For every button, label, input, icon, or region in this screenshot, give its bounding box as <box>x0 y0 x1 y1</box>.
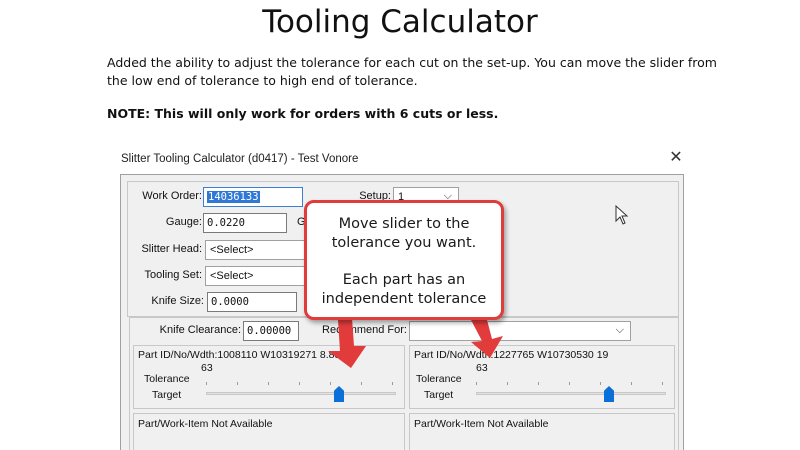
tolerance-label: Tolerance <box>144 373 190 385</box>
tick-mark <box>600 382 601 385</box>
tick-mark <box>299 382 300 385</box>
callout-line-1: Move slider to the <box>338 216 470 232</box>
gauge-label: Gauge: <box>165 216 202 228</box>
tolerance-value: 63 <box>476 362 488 374</box>
work-order-label: Work Order: <box>142 190 202 202</box>
callout-line-2: tolerance you want. <box>331 235 477 251</box>
unavailable-panel-2: Part/Work-Item Not Available <box>409 413 675 450</box>
slitter-head-value: <Select> <box>210 244 254 256</box>
gauge-input[interactable]: 0.0220 <box>203 213 287 233</box>
part-title: Part ID/No/Wdth:1008110 W10319271 8.888 <box>138 349 347 361</box>
tooling-set-label: Tooling Set: <box>144 269 202 281</box>
tick-mark <box>569 382 570 385</box>
tick-mark <box>330 382 331 385</box>
target-label: Target <box>152 389 182 401</box>
work-order-value: 14036133 <box>207 191 260 203</box>
tick-mark <box>206 382 207 385</box>
recommend-for-select[interactable]: ⌵ <box>409 321 631 341</box>
chevron-down-icon: ⌵ <box>615 324 624 336</box>
slide-description: Added the ability to adjust the toleranc… <box>107 55 717 88</box>
part-panel-1: Part ID/No/Wdth:1008110 W10319271 8.888 … <box>133 345 405 409</box>
tick-mark <box>507 382 508 385</box>
tick-mark <box>538 382 539 385</box>
slitter-head-label: Slitter Head: <box>141 243 202 255</box>
knife-clearance-input[interactable]: 0.00000 <box>243 321 299 341</box>
close-icon[interactable]: ✕ <box>668 150 684 166</box>
tick-mark <box>268 382 269 385</box>
dialog-title: Slitter Tooling Calculator (d0417) - Tes… <box>121 153 359 165</box>
part-title: Part ID/No/Wdth:1227765 W10730530 19 <box>414 349 609 361</box>
knife-clearance-label: Knife Clearance: <box>159 324 241 336</box>
slide-title: Tooling Calculator <box>262 4 538 40</box>
tick-mark <box>476 382 477 385</box>
tick-mark <box>631 382 632 385</box>
tolerance-slider-thumb[interactable] <box>334 386 344 402</box>
tooling-set-select[interactable]: <Select> <box>205 266 305 286</box>
slide-note: NOTE: This will only work for orders wit… <box>107 106 499 121</box>
tolerance-label: Tolerance <box>416 373 462 385</box>
tolerance-slider-track[interactable] <box>476 392 666 395</box>
mouse-pointer-icon <box>615 205 629 225</box>
part-panel-2: Part ID/No/Wdth:1227765 W10730530 19 63 … <box>409 345 675 409</box>
unavailable-label: Part/Work-Item Not Available <box>414 418 549 430</box>
unavailable-label: Part/Work-Item Not Available <box>138 418 273 430</box>
tooling-set-value: <Select> <box>210 270 254 282</box>
knife-size-label: Knife Size: <box>151 295 204 307</box>
tolerance-slider-thumb[interactable] <box>604 386 614 402</box>
callout-line-3: Each part has an <box>342 272 466 288</box>
slitter-head-select[interactable]: <Select> <box>205 240 305 260</box>
tick-mark <box>662 382 663 385</box>
recommend-for-label: Recommend For: <box>322 324 407 336</box>
tick-mark <box>392 382 393 385</box>
callout-line-4: independent tolerance <box>321 291 487 307</box>
target-label: Target <box>424 389 454 401</box>
tolerance-value: 63 <box>201 362 213 374</box>
knife-size-input[interactable]: 0.0000 <box>207 292 297 312</box>
work-order-input[interactable]: 14036133 <box>203 187 303 207</box>
tick-mark <box>237 382 238 385</box>
tick-mark <box>361 382 362 385</box>
tolerance-slider-track[interactable] <box>206 392 396 395</box>
unavailable-panel-1: Part/Work-Item Not Available <box>133 413 405 450</box>
callout-box: Move slider to the tolerance you want. E… <box>304 200 504 320</box>
